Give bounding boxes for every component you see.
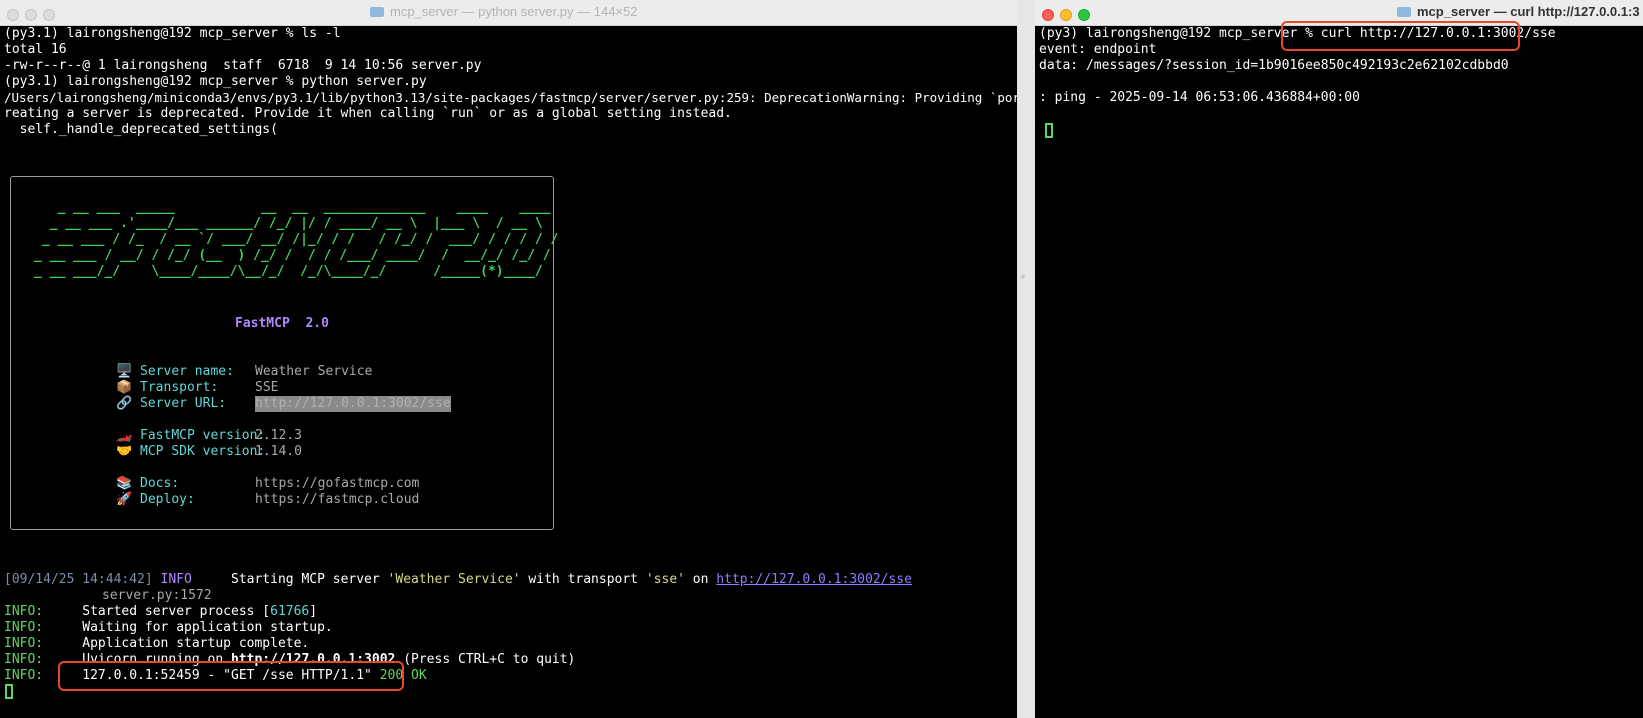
- row-value: https://gofastmcp.com: [255, 476, 420, 491]
- info-prefix: INFO:: [4, 668, 44, 683]
- log-line: INFO: Waiting for application startup.: [4, 620, 333, 636]
- log-text: (Press CTRL+C to quit): [395, 652, 576, 667]
- row-label: Server URL:: [140, 396, 227, 411]
- info-prefix: INFO:: [4, 636, 44, 651]
- row-value: 2.12.3: [255, 428, 302, 443]
- zoom-button[interactable]: [43, 9, 55, 21]
- terminal-line: reating a server is deprecated. Provide …: [4, 106, 732, 121]
- banner-row: 🚀 Deploy:: [116, 492, 195, 508]
- minimize-button[interactable]: [1060, 9, 1072, 21]
- row-label: Docs:: [140, 476, 180, 491]
- folder-icon: [1397, 7, 1411, 17]
- window-divider[interactable]: ◦: [1017, 0, 1035, 718]
- race-car-icon: 🏎️: [116, 428, 133, 443]
- window-controls: [7, 6, 61, 25]
- row-label: Deploy:: [140, 492, 195, 507]
- info-prefix: INFO:: [4, 652, 44, 667]
- prompt-prefix: (py3) lairongsheng@192 mcp_server: [1039, 26, 1306, 41]
- row-value: Weather Service: [255, 364, 373, 379]
- row-label: FastMCP version:: [140, 428, 266, 443]
- row-value: SSE: [255, 380, 279, 395]
- sse-data-line: data: /messages/?session_id=1b9016ee850c…: [1039, 58, 1509, 73]
- handshake-icon: 🤝: [116, 444, 133, 459]
- left-terminal-window[interactable]: mcp_server — python server.py — 144×52 (…: [0, 0, 1017, 718]
- terminal-line: -rw-r--r--@ 1 lairongsheng staff 6718 9 …: [4, 58, 482, 73]
- row-label: MCP SDK version:: [140, 444, 266, 459]
- log-text: Waiting for application startup.: [82, 620, 333, 635]
- log-timestamp: [09/14/25 14:44:42]: [4, 572, 153, 587]
- info-prefix: INFO:: [4, 604, 44, 619]
- banner-product-name: FastMCP 2.0: [235, 316, 329, 331]
- window-title: mcp_server — curl http://127.0.0.1:3: [1417, 4, 1640, 19]
- sse-event-line: event: endpoint: [1039, 42, 1157, 57]
- banner-row: 📚 Docs:: [116, 476, 179, 492]
- package-icon: 📦: [116, 380, 133, 395]
- monitor-icon: 🖥️: [116, 364, 133, 379]
- log-line: INFO: Started server process [61766]: [4, 604, 317, 620]
- row-value: 1.14.0: [255, 444, 302, 459]
- log-pid: 61766: [270, 604, 310, 619]
- left-titlebar: mcp_server — python server.py — 144×52: [0, 0, 1017, 26]
- banner-row: 🏎️ FastMCP version:: [116, 428, 265, 444]
- log-source: server.py:1572: [102, 588, 212, 603]
- terminal-line: (py3.1) lairongsheng@192 mcp_server % ls…: [4, 26, 341, 41]
- books-icon: 📚: [116, 476, 133, 491]
- right-terminal-window[interactable]: mcp_server — curl http://127.0.0.1:3 (py…: [1035, 0, 1643, 718]
- log-text: with transport: [520, 572, 646, 587]
- log-text: on: [684, 572, 717, 587]
- close-button[interactable]: [1042, 9, 1054, 21]
- log-level: INFO: [160, 572, 192, 587]
- terminal-cursor: [5, 684, 13, 699]
- resize-handle-icon: ◦: [1020, 272, 1026, 283]
- log-text: Starting MCP server: [231, 572, 388, 587]
- row-label: Server name:: [140, 364, 234, 379]
- log-server-url-link[interactable]: http://127.0.0.1:3002/sse: [716, 572, 912, 587]
- rocket-icon: 🚀: [116, 492, 133, 507]
- terminal-line: self._handle_deprecated_settings(: [4, 122, 278, 137]
- zoom-button[interactable]: [1078, 9, 1090, 21]
- log-line: INFO: Application startup complete.: [4, 636, 309, 652]
- banner-row: 🤝 MCP SDK version:: [116, 444, 265, 460]
- banner-row: 🖥️ Server name:: [116, 364, 234, 380]
- terminal-line: total 16: [4, 42, 67, 57]
- folder-icon: [370, 7, 384, 17]
- log-text: ]: [309, 604, 318, 619]
- log-text: Application startup complete.: [82, 636, 310, 651]
- right-terminal-output[interactable]: (py3) lairongsheng@192 mcp_server % curl…: [1039, 26, 1639, 718]
- sse-ping-line: : ping - 2025-09-14 06:53:06.436884+00:0…: [1039, 90, 1360, 105]
- link-icon: 🔗: [116, 396, 133, 411]
- request-highlight-box: [58, 661, 404, 691]
- terminal-line: (py3.1) lairongsheng@192 mcp_server % py…: [4, 74, 427, 89]
- window-title: mcp_server — python server.py — 144×52: [390, 4, 638, 19]
- fastmcp-ascii-logo: _ __ ___ _____ __ __ _____________ ____ …: [34, 200, 559, 279]
- info-prefix: INFO:: [4, 620, 44, 635]
- log-transport: 'sse': [645, 572, 685, 587]
- row-label: Transport:: [140, 380, 219, 395]
- log-server-name: 'Weather Service': [387, 572, 521, 587]
- terminal-line: /Users/lairongsheng/miniconda3/envs/py3.…: [4, 90, 1017, 105]
- close-button[interactable]: [7, 9, 19, 21]
- minimize-button[interactable]: [25, 9, 37, 21]
- window-controls: [1042, 6, 1096, 25]
- row-value: https://fastmcp.cloud: [255, 492, 420, 507]
- log-text: Started server process [: [82, 604, 271, 619]
- terminal-cursor: [1045, 123, 1053, 138]
- server-url-selected[interactable]: http://127.0.0.1:3002/sse: [255, 396, 451, 412]
- banner-row: 🔗 Server URL:: [116, 396, 226, 412]
- banner-row: 📦 Transport:: [116, 380, 218, 396]
- command-highlight-box: [1281, 21, 1520, 51]
- log-line-starting: [09/14/25 14:44:42] INFO Starting MCP se…: [4, 572, 912, 588]
- left-terminal-output[interactable]: (py3.1) lairongsheng@192 mcp_server % ls…: [4, 26, 1017, 718]
